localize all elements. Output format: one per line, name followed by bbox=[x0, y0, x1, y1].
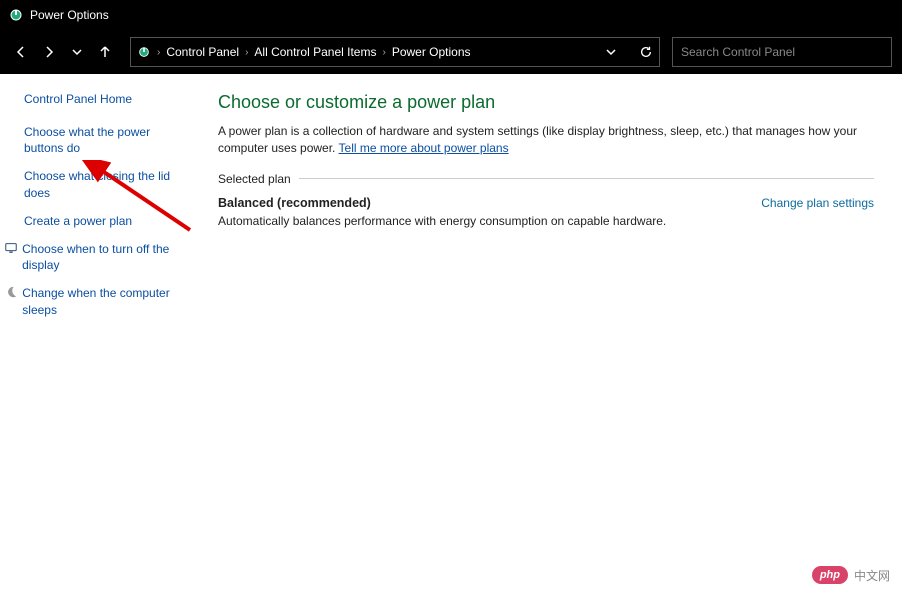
chevron-right-icon: › bbox=[382, 47, 385, 58]
sidebar-item-closing-lid[interactable]: Choose what closing the lid does bbox=[24, 168, 188, 200]
sidebar-item-sleep[interactable]: Change when the computer sleeps bbox=[24, 285, 188, 317]
moon-icon bbox=[4, 285, 18, 299]
change-plan-settings-link[interactable]: Change plan settings bbox=[761, 196, 874, 210]
navbar: › Control Panel › All Control Panel Item… bbox=[0, 30, 902, 74]
learn-more-link[interactable]: Tell me more about power plans bbox=[339, 141, 509, 155]
sidebar-item-label: Choose when to turn off the display bbox=[22, 241, 188, 273]
sidebar-item-display-off[interactable]: Choose when to turn off the display bbox=[24, 241, 188, 273]
control-panel-home-link[interactable]: Control Panel Home bbox=[24, 92, 188, 106]
search-input[interactable]: Search Control Panel bbox=[672, 37, 892, 67]
section-label: Selected plan bbox=[218, 172, 874, 186]
breadcrumb-item[interactable]: All Control Panel Items bbox=[254, 45, 376, 59]
content-area: Control Panel Home Choose what the power… bbox=[0, 74, 902, 602]
sidebar-item-label: Change when the computer sleeps bbox=[22, 285, 188, 317]
sidebar-item-label: Choose what closing the lid does bbox=[24, 168, 188, 200]
sidebar-item-label: Create a power plan bbox=[24, 213, 132, 229]
page-heading: Choose or customize a power plan bbox=[218, 92, 874, 113]
sidebar-item-create-plan[interactable]: Create a power plan bbox=[24, 213, 188, 229]
address-dropdown[interactable] bbox=[605, 46, 617, 58]
refresh-button[interactable] bbox=[639, 45, 653, 59]
forward-button[interactable] bbox=[38, 41, 60, 63]
up-button[interactable] bbox=[94, 41, 116, 63]
back-button[interactable] bbox=[10, 41, 32, 63]
sidebar-item-label: Choose what the power buttons do bbox=[24, 124, 188, 156]
chevron-right-icon: › bbox=[157, 47, 160, 58]
plan-row: Balanced (recommended) Automatically bal… bbox=[218, 196, 874, 228]
page-description: A power plan is a collection of hardware… bbox=[218, 123, 874, 158]
titlebar: Power Options bbox=[0, 0, 902, 30]
power-options-icon bbox=[8, 7, 24, 23]
plan-name: Balanced (recommended) bbox=[218, 196, 666, 210]
sidebar-item-power-buttons[interactable]: Choose what the power buttons do bbox=[24, 124, 188, 156]
chevron-right-icon: › bbox=[245, 47, 248, 58]
plan-description: Automatically balances performance with … bbox=[218, 214, 666, 228]
window-title: Power Options bbox=[30, 8, 109, 22]
address-bar[interactable]: › Control Panel › All Control Panel Item… bbox=[130, 37, 660, 67]
watermark: php 中文网 bbox=[812, 566, 890, 584]
breadcrumb-item[interactable]: Power Options bbox=[392, 45, 471, 59]
search-placeholder: Search Control Panel bbox=[681, 45, 795, 59]
breadcrumb-item[interactable]: Control Panel bbox=[166, 45, 239, 59]
sidebar: Control Panel Home Choose what the power… bbox=[0, 74, 200, 602]
divider bbox=[299, 178, 874, 179]
watermark-text: 中文网 bbox=[854, 567, 890, 584]
watermark-badge: php bbox=[812, 566, 848, 584]
monitor-icon bbox=[4, 241, 18, 255]
recent-dropdown[interactable] bbox=[66, 41, 88, 63]
power-options-icon bbox=[137, 45, 151, 59]
main-panel: Choose or customize a power plan A power… bbox=[200, 74, 902, 602]
